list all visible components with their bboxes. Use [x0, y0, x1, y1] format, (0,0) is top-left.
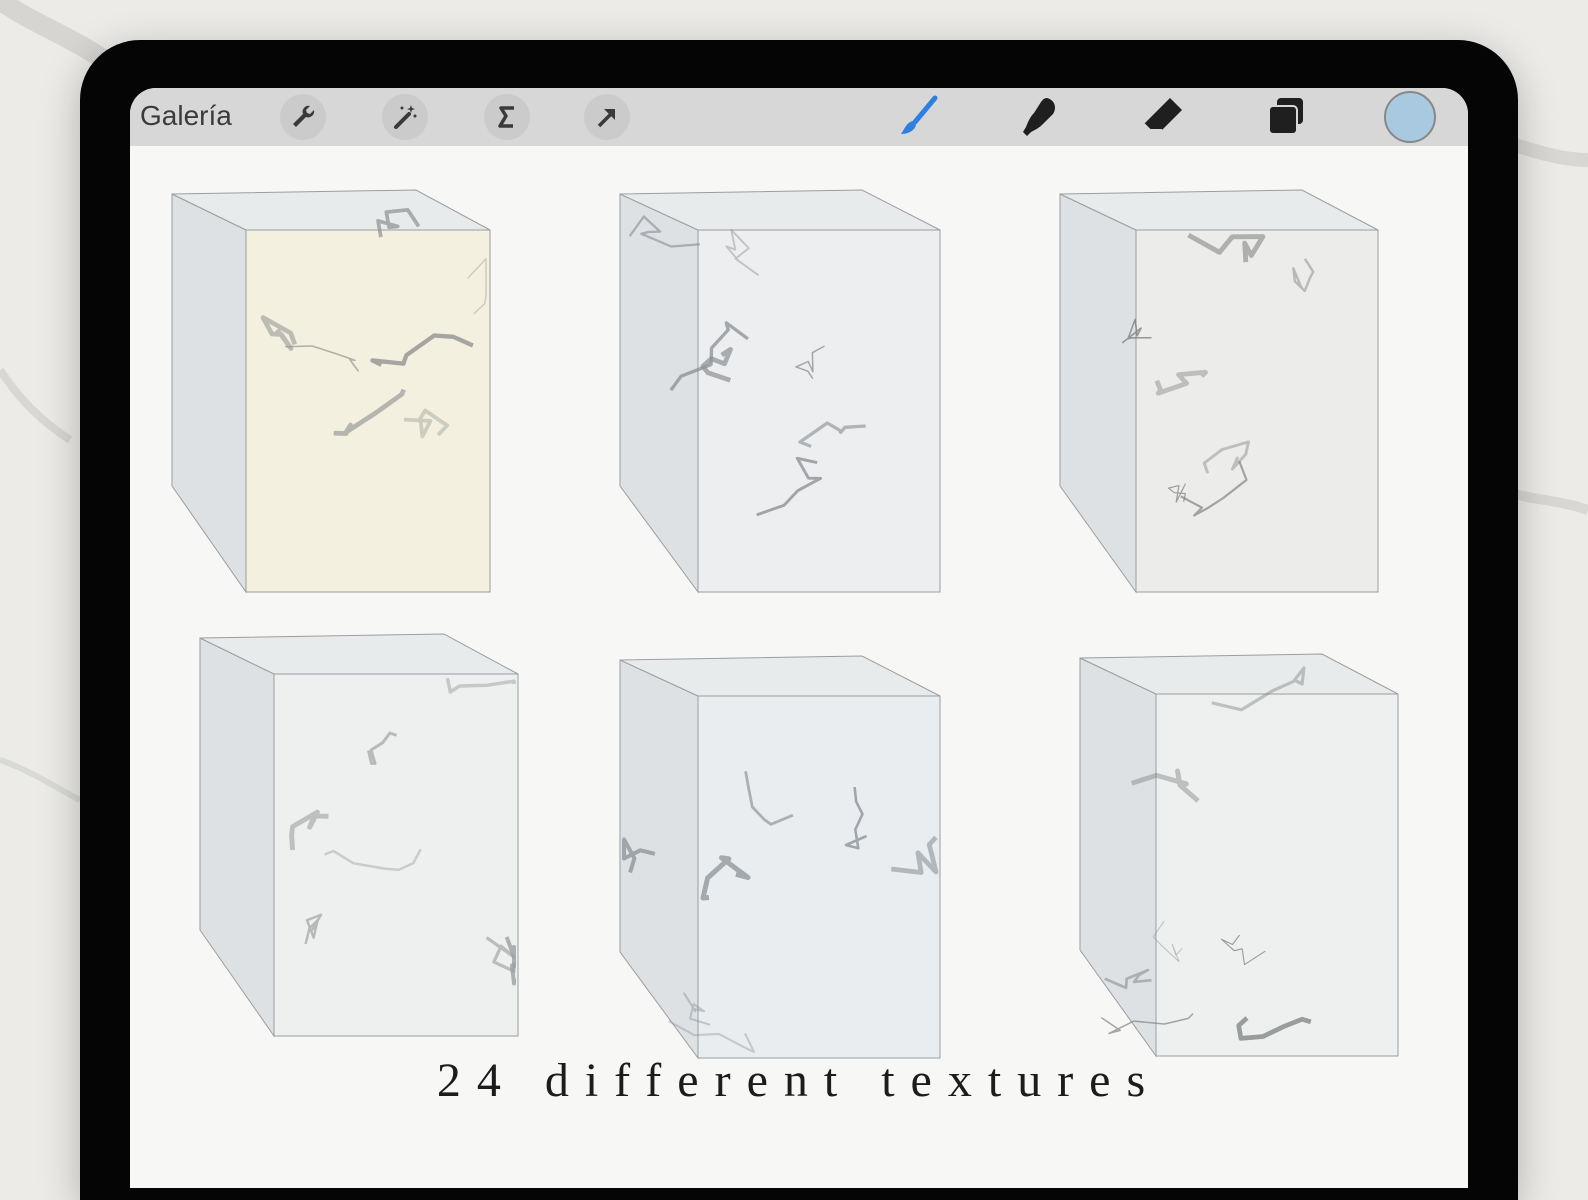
marble-cube-2 [619, 189, 941, 594]
marble-cube-5 [619, 655, 941, 1060]
texture-grid [171, 189, 1399, 1060]
marble-cube-3 [1059, 189, 1379, 594]
marble-cube-4 [199, 633, 519, 1038]
caption-text: 24 different textures [436, 1054, 1162, 1107]
marble-cube-6 [1079, 653, 1399, 1058]
marble-cube-1 [171, 189, 491, 594]
procreate-screen: Galería 24 different textures [130, 88, 1468, 1188]
